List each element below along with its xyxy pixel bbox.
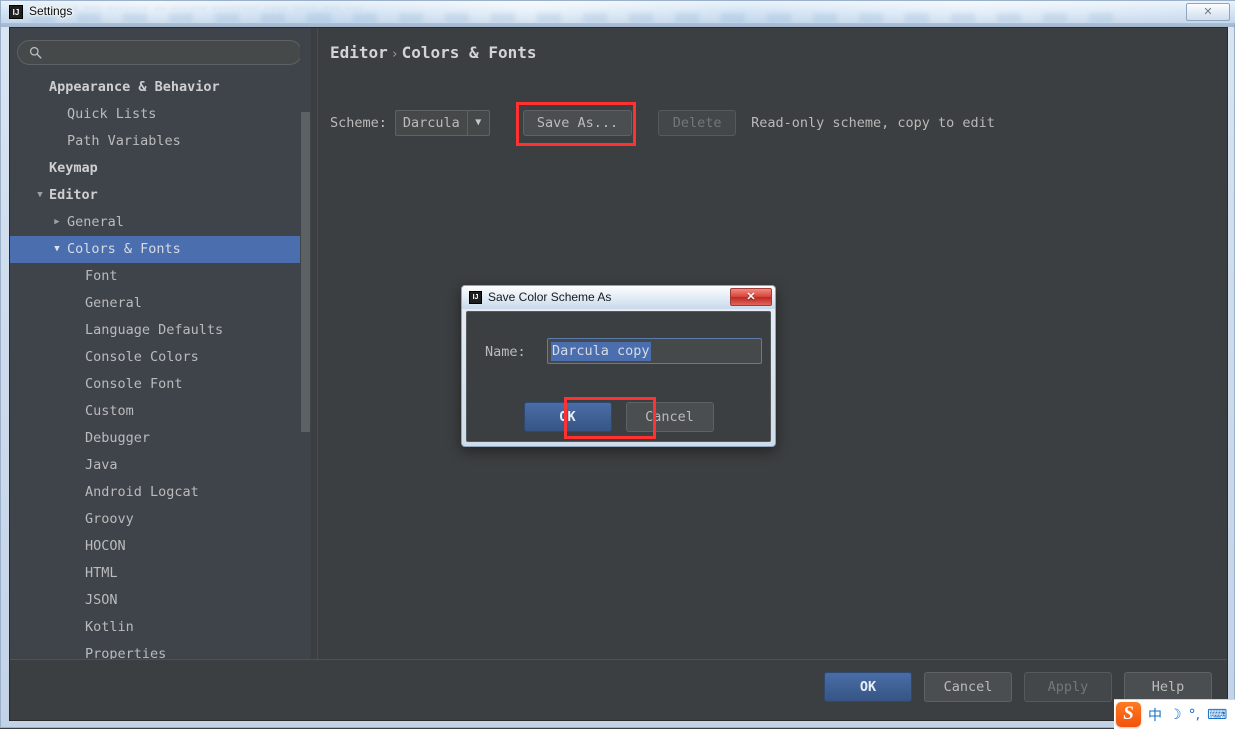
sidebar-item-language-defaults[interactable]: Language Defaults [10,317,311,344]
footer-ok-button[interactable]: OK [824,672,912,702]
sidebar-item-label: Debugger [85,430,151,446]
search-icon [29,46,42,59]
save-as-wrapper: Save As... [515,102,636,146]
sidebar-item-label: General [85,295,142,311]
chevron-down-icon[interactable]: ▼ [33,182,47,209]
sidebar-item-label: Properties [85,646,167,659]
dialog-title: Save Color Scheme As [488,290,612,304]
breadcrumb: Editor › Colors & Fonts [330,43,536,62]
window-titlebar: ... ... ....... .. ...... ........ .... … [1,1,1235,23]
chevron-right-icon[interactable]: ▶ [50,209,64,236]
sidebar-scrollbar-track[interactable] [300,28,311,613]
sidebar-item-label: Quick Lists [67,106,157,122]
sidebar-item-properties[interactable]: Properties [10,641,311,659]
sidebar-item-label: Path Variables [67,133,181,149]
sidebar-item-appearance-behavior[interactable]: Appearance & Behavior [10,74,311,101]
breadcrumb-leaf: Colors & Fonts [401,43,537,62]
dialog-close-button[interactable]: ✕ [730,288,772,306]
search-input[interactable] [48,44,293,62]
sidebar-item-editor[interactable]: ▼ Editor [10,182,311,209]
sidebar-item-label: Java [85,457,118,473]
sogou-logo-icon[interactable]: S [1116,702,1141,727]
scheme-dropdown[interactable]: Darcula ▼ [394,110,490,136]
name-label: Name: [485,344,526,360]
sidebar-item-debugger[interactable]: Debugger [10,425,311,452]
ime-chinese-mode-icon[interactable]: 中 [1148,705,1162,725]
sidebar-item-json[interactable]: JSON [10,587,311,614]
sidebar-item-colors-fonts[interactable]: ▼ Colors & Fonts [10,236,311,263]
window-title: Settings [29,4,73,18]
settings-tree[interactable]: Appearance & Behavior Quick Lists Path Var… [10,74,311,659]
sidebar-item-label: Kotlin [85,619,134,635]
footer-apply-button: Apply [1024,672,1112,702]
sidebar-item-html[interactable]: HTML [10,560,311,587]
sidebar-item-label: Custom [85,403,134,419]
dialog-titlebar: IJ Save Color Scheme As ✕ [462,286,775,309]
sidebar-item-console-font[interactable]: Console Font [10,371,311,398]
sidebar-item-general[interactable]: ▶ General [10,209,311,236]
ime-moon-icon[interactable]: ☽ [1169,707,1182,723]
ime-keyboard-icon[interactable]: ⌨ [1207,707,1227,723]
footer-button-group: OK Cancel Apply Help [824,672,1212,702]
sidebar-item-java[interactable]: Java [10,452,311,479]
sidebar-item-console-colors[interactable]: Console Colors [10,344,311,371]
sidebar-item-label: Android Logcat [85,484,199,500]
chevron-down-icon[interactable]: ▼ [50,236,64,263]
dialog-ok-button[interactable]: OK [523,402,612,432]
ime-punctuation-icon[interactable]: °, [1189,707,1200,723]
scheme-label: Scheme: [330,115,387,131]
sidebar-item-label: Groovy [85,511,134,527]
sidebar-item-keymap[interactable]: Keymap [10,155,311,182]
settings-window: ... ... ....... .. ...... ........ .... … [0,0,1235,729]
settings-footer: OK Cancel Apply Help [10,660,1227,720]
save-as-button[interactable]: Save As... [522,110,633,136]
sidebar-item-label: HOCON [85,538,126,554]
dialog-button-group: OK Cancel [467,402,770,432]
sidebar-scrollbar-thumb[interactable] [301,112,310,432]
window-close-button[interactable]: ✕ [1186,3,1230,21]
footer-cancel-button[interactable]: Cancel [924,672,1012,702]
sidebar-item-label: General [67,214,124,230]
sidebar-item-groovy[interactable]: Groovy [10,506,311,533]
sidebar-item-custom[interactable]: Custom [10,398,311,425]
scheme-name-input-value: Darcula copy [551,342,651,361]
settings-sidebar: Appearance & Behavior Quick Lists Path Var… [10,28,311,659]
sidebar-item-hocon[interactable]: HOCON [10,533,311,560]
save-color-scheme-dialog: IJ Save Color Scheme As ✕ Name: Darcula … [461,285,776,447]
intellij-app-icon: IJ [9,5,23,19]
sidebar-item-label: JSON [85,592,118,608]
scheme-dropdown-value: Darcula [402,115,460,131]
sidebar-item-label: Appearance & Behavior [49,79,220,95]
sidebar-item-path-variables[interactable]: Path Variables [10,128,311,155]
sidebar-item-label: Editor [49,187,98,203]
chevron-down-icon: ▼ [466,111,489,135]
breadcrumb-root[interactable]: Editor [330,43,388,62]
sidebar-item-label: Console Colors [85,349,199,365]
sidebar-item-font[interactable]: Font [10,263,311,290]
sidebar-item-kotlin[interactable]: Kotlin [10,614,311,641]
sidebar-item-label: Language Defaults [85,322,224,338]
dialog-app-icon: IJ [469,291,482,304]
sidebar-item-label: Keymap [49,160,98,176]
dialog-cancel-button[interactable]: Cancel [625,402,714,432]
sidebar-item-general[interactable]: General [10,290,311,317]
sidebar-item-label: HTML [85,565,118,581]
sidebar-item-label: Colors & Fonts [67,241,181,257]
sidebar-item-quick-lists[interactable]: Quick Lists [10,101,311,128]
panel-splitter[interactable] [311,28,318,659]
sidebar-item-android-logcat[interactable]: Android Logcat [10,479,311,506]
readonly-scheme-note: Read-only scheme, copy to edit [751,115,995,131]
breadcrumb-separator-icon: › [390,47,399,62]
scheme-name-input[interactable]: Darcula copy [547,338,762,364]
scheme-toolbar: Scheme: Darcula ▼ Save As... Delete Read… [330,102,995,146]
sidebar-item-label: Console Font [85,376,183,392]
search-box[interactable] [17,40,302,65]
delete-scheme-button: Delete [658,110,737,136]
sidebar-item-label: Font [85,268,118,284]
sogou-ime-bar: S 中 ☽ °, ⌨ [1114,699,1235,729]
titlebar-background-blur [31,13,1131,23]
footer-help-button[interactable]: Help [1124,672,1212,702]
dialog-body: Name: Darcula copy OK Cancel [466,311,771,442]
